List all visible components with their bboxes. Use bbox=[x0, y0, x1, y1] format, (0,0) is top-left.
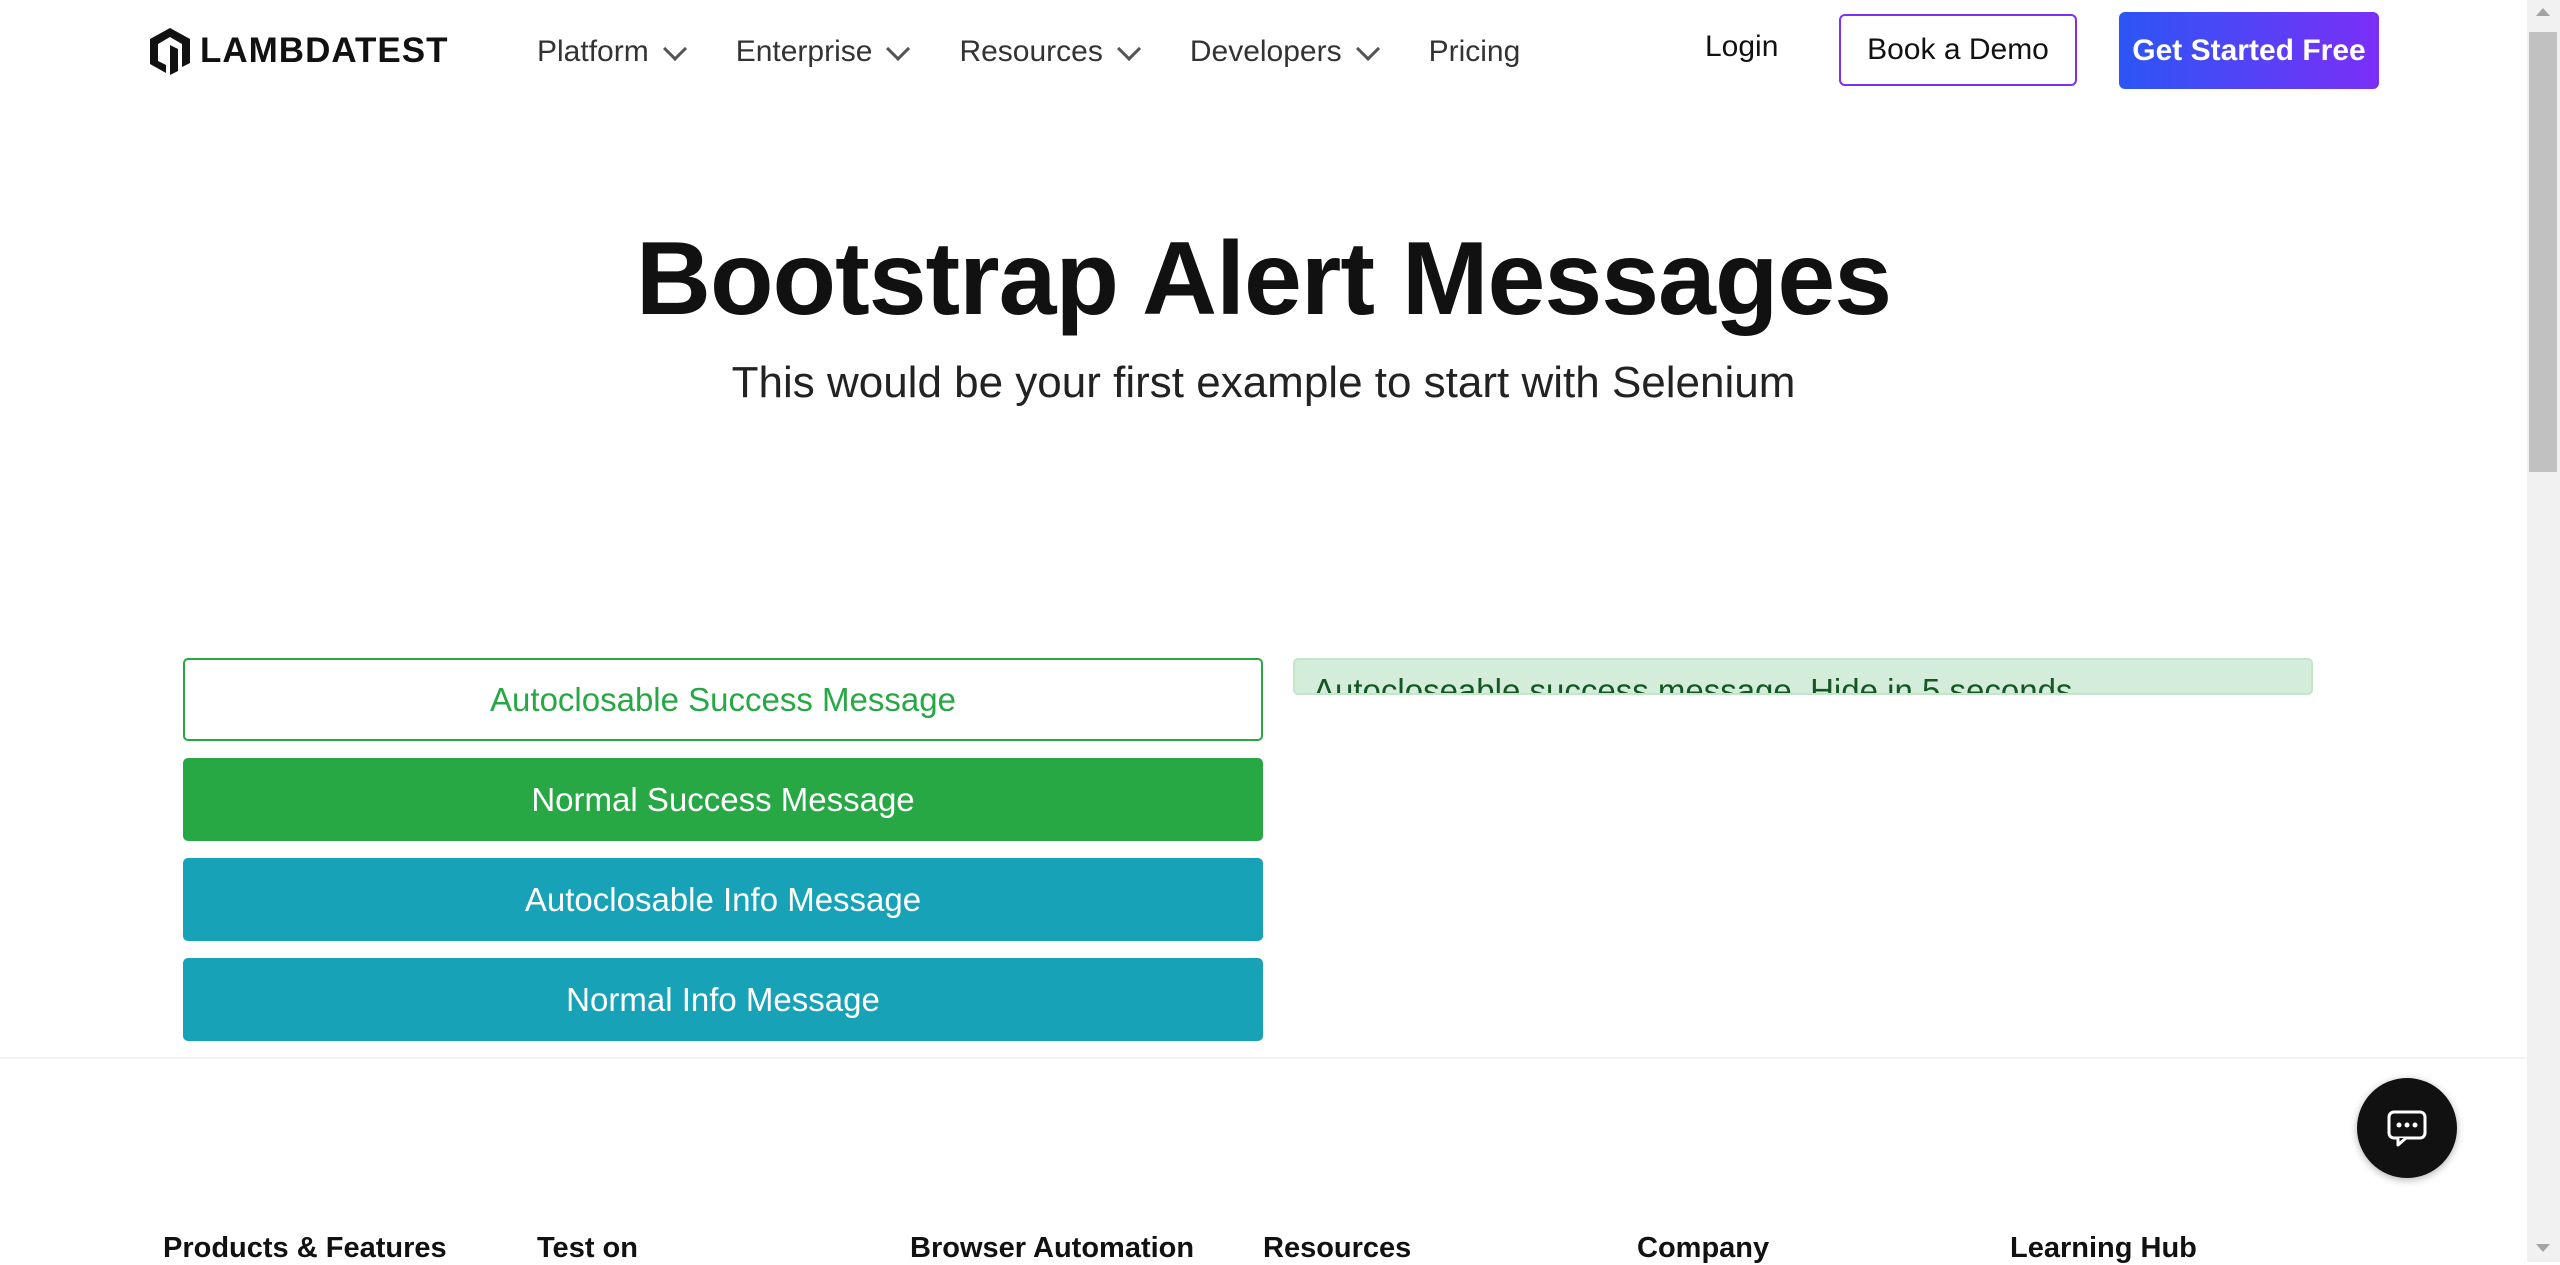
page-title: Bootstrap Alert Messages bbox=[635, 221, 1892, 337]
scroll-up-arrow[interactable] bbox=[2536, 8, 2550, 16]
footer-heading-company: Company bbox=[1637, 1232, 1770, 1264]
nav-enterprise[interactable]: Enterprise bbox=[735, 35, 911, 69]
footer-heading-test-on: Test on bbox=[537, 1232, 638, 1264]
chat-icon bbox=[2387, 1110, 2427, 1147]
nav-label: Platform bbox=[537, 35, 649, 68]
main-nav: Platform Enterprise Resources Developers… bbox=[537, 0, 1576, 104]
footer-heading-learning-hub: Learning Hub bbox=[2010, 1232, 2197, 1264]
footer-heading-resources: Resources bbox=[1263, 1232, 1412, 1264]
autoclosable-info-button[interactable]: Autoclosable Info Message bbox=[183, 858, 1263, 941]
book-demo-button[interactable]: Book a Demo bbox=[1839, 14, 2077, 86]
nav-pricing[interactable]: Pricing bbox=[1429, 35, 1521, 69]
chevron-down-icon bbox=[662, 36, 687, 61]
nav-platform[interactable]: Platform bbox=[537, 35, 687, 69]
nav-label: Developers bbox=[1189, 35, 1342, 68]
normal-info-button[interactable]: Normal Info Message bbox=[183, 958, 1263, 1041]
page-subtitle: This would be your first example to star… bbox=[731, 358, 1796, 407]
footer-divider bbox=[0, 1057, 2527, 1059]
chevron-down-icon bbox=[1355, 36, 1380, 61]
chevron-down-icon bbox=[1116, 36, 1141, 61]
lambdatest-logo-icon bbox=[150, 28, 190, 75]
nav-label: Resources bbox=[959, 35, 1103, 68]
nav-label: Enterprise bbox=[735, 35, 873, 68]
login-link[interactable]: Login bbox=[1705, 30, 1778, 64]
chevron-down-icon bbox=[886, 36, 911, 61]
nav-resources[interactable]: Resources bbox=[959, 35, 1141, 69]
logo-text: LAMBDATEST bbox=[200, 31, 449, 70]
nav-developers[interactable]: Developers bbox=[1189, 35, 1380, 69]
lambdatest-logo[interactable]: LAMBDATEST bbox=[146, 24, 449, 78]
get-started-button[interactable]: Get Started Free bbox=[2119, 12, 2379, 89]
alert-text: Autocloseable success message. Hide in 5… bbox=[1313, 672, 2082, 695]
footer-heading-products: Products & Features bbox=[163, 1232, 447, 1264]
nav-label: Pricing bbox=[1428, 35, 1521, 68]
footer-heading-browser-automation: Browser Automation bbox=[910, 1232, 1195, 1264]
autoclosable-success-button[interactable]: Autoclosable Success Message bbox=[183, 658, 1263, 741]
scrollbar-thumb[interactable] bbox=[2529, 32, 2557, 472]
normal-success-button[interactable]: Normal Success Message bbox=[183, 758, 1263, 841]
scroll-down-arrow[interactable] bbox=[2536, 1244, 2550, 1252]
site-header: LAMBDATEST Platform Enterprise Resources… bbox=[0, 0, 2527, 104]
success-alert: Autocloseable success message. Hide in 5… bbox=[1293, 658, 2313, 695]
chat-button[interactable] bbox=[2357, 1078, 2457, 1178]
